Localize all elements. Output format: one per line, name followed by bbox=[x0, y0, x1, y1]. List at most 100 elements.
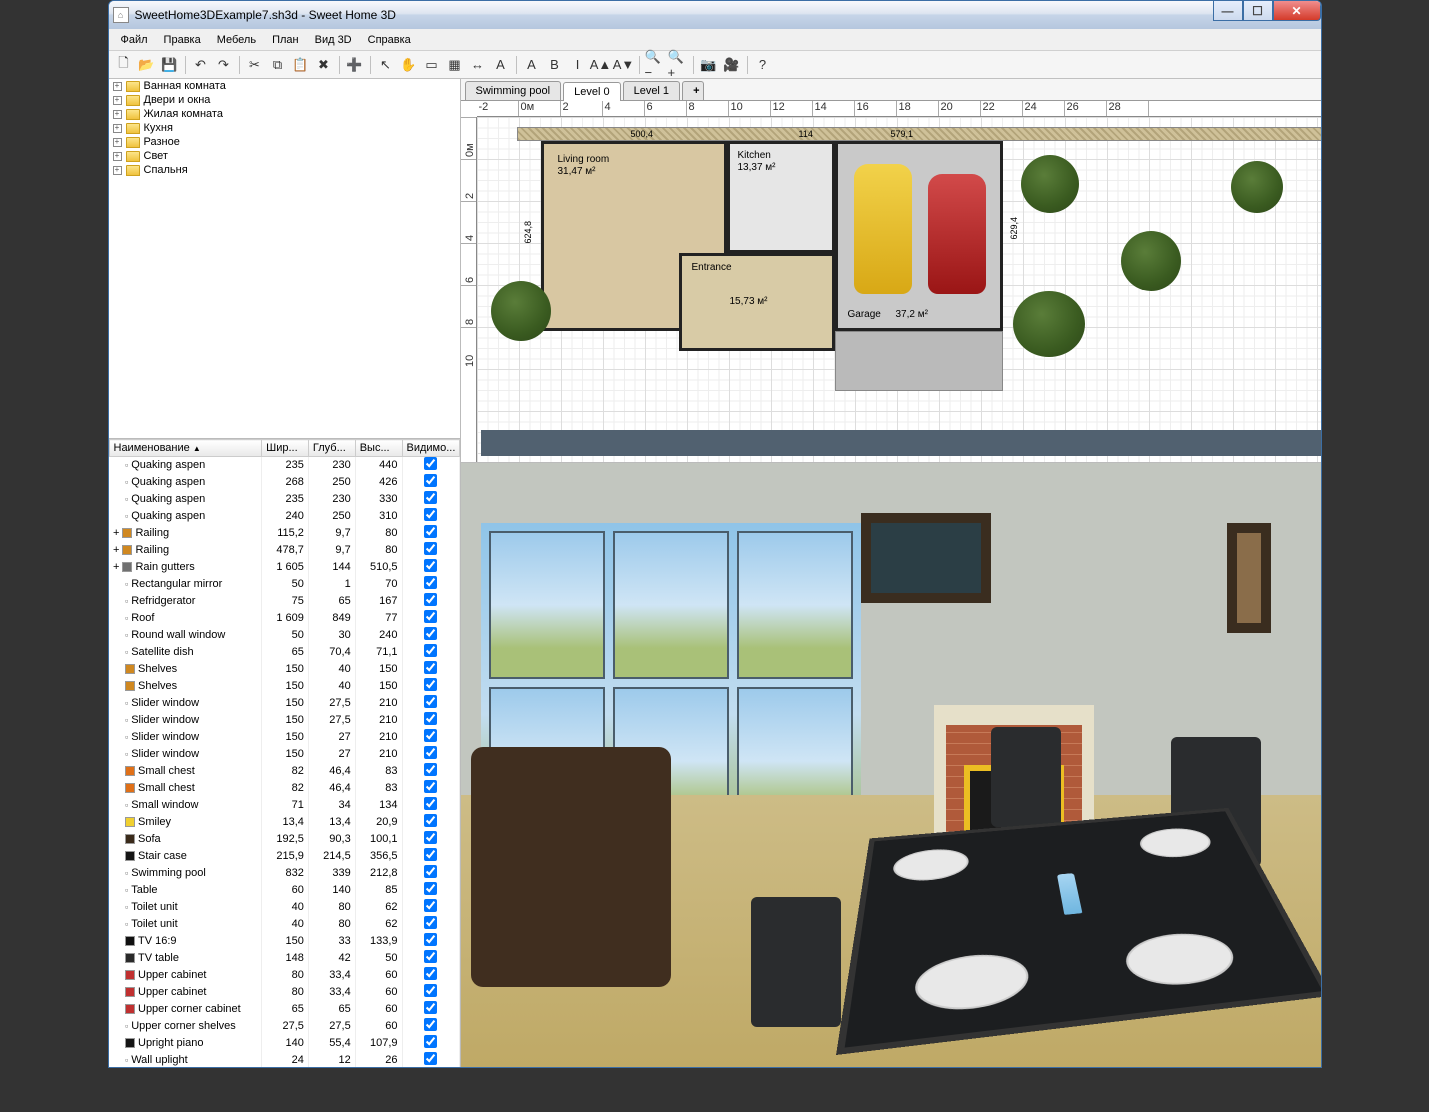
table-row[interactable]: Sofa192,590,3100,1 bbox=[109, 831, 459, 848]
visible-checkbox[interactable] bbox=[424, 967, 437, 980]
table-row[interactable]: ▫Small window7134134 bbox=[109, 797, 459, 814]
bush-2[interactable] bbox=[1021, 155, 1079, 213]
table-row[interactable]: TV table1484250 bbox=[109, 950, 459, 967]
delete-button[interactable]: ✖ bbox=[313, 54, 335, 76]
catalog-category[interactable]: +Кухня bbox=[109, 121, 460, 135]
visible-checkbox[interactable] bbox=[424, 797, 437, 810]
catalog-category[interactable]: +Разное bbox=[109, 135, 460, 149]
furniture-column-header[interactable]: Выс... bbox=[355, 440, 402, 457]
visible-checkbox[interactable] bbox=[424, 525, 437, 538]
text-size-down-button[interactable]: A▼ bbox=[613, 54, 635, 76]
furniture-table[interactable]: Наименование ▲Шир...Глуб...Выс...Видимо.… bbox=[109, 439, 460, 1067]
table-row[interactable]: ▫Slider window15027,5210 bbox=[109, 695, 459, 712]
table-row[interactable]: ▫Wall uplight241226 bbox=[109, 1052, 459, 1068]
minimize-button[interactable]: — bbox=[1213, 1, 1243, 21]
visible-checkbox[interactable] bbox=[424, 627, 437, 640]
paste-button[interactable]: 📋 bbox=[290, 54, 312, 76]
select-button[interactable]: ↖ bbox=[375, 54, 397, 76]
text-size-up-button[interactable]: A▲ bbox=[590, 54, 612, 76]
visible-checkbox[interactable] bbox=[424, 1035, 437, 1048]
text-button[interactable]: A bbox=[490, 54, 512, 76]
catalog-category[interactable]: +Двери и окна bbox=[109, 93, 460, 107]
visible-checkbox[interactable] bbox=[424, 559, 437, 572]
copy-button[interactable]: ⧉ bbox=[267, 54, 289, 76]
catalog-category[interactable]: +Жилая комната bbox=[109, 107, 460, 121]
level-tab[interactable]: Swimming pool bbox=[465, 81, 562, 100]
menu-Справка[interactable]: Справка bbox=[360, 32, 419, 48]
table-row[interactable]: ▫Rectangular mirror50170 bbox=[109, 576, 459, 593]
visible-checkbox[interactable] bbox=[424, 695, 437, 708]
close-button[interactable]: ✕ bbox=[1273, 1, 1321, 21]
table-row[interactable]: TV 16:915033133,9 bbox=[109, 933, 459, 950]
add-furniture-button[interactable]: ➕ bbox=[344, 54, 366, 76]
room-entrance[interactable]: Entrance 15,73 м² bbox=[679, 253, 835, 351]
visible-checkbox[interactable] bbox=[424, 882, 437, 895]
menu-Вид 3D[interactable]: Вид 3D bbox=[307, 32, 360, 48]
table-row[interactable]: Upper cabinet8033,460 bbox=[109, 984, 459, 1001]
titlebar[interactable]: ⌂ SweetHome3DExample7.sh3d - Sweet Home … bbox=[109, 1, 1321, 29]
view-3d[interactable]: ✥ bbox=[461, 463, 1321, 1067]
table-row[interactable]: Stair case215,9214,5356,5 bbox=[109, 848, 459, 865]
furniture-list-panel[interactable]: Наименование ▲Шир...Глуб...Выс...Видимо.… bbox=[109, 439, 460, 1067]
visible-checkbox[interactable] bbox=[424, 950, 437, 963]
pan-button[interactable]: ✋ bbox=[398, 54, 420, 76]
table-row[interactable]: ▫Slider window15027210 bbox=[109, 729, 459, 746]
visible-checkbox[interactable] bbox=[424, 763, 437, 776]
plan-canvas[interactable]: -20м246810121416182022242628 0м246810 Li… bbox=[461, 101, 1321, 462]
redo-button[interactable]: ↷ bbox=[213, 54, 235, 76]
table-row[interactable]: ▫Roof1 60984977 bbox=[109, 610, 459, 627]
room-button[interactable]: ▦ bbox=[444, 54, 466, 76]
visible-checkbox[interactable] bbox=[424, 916, 437, 929]
add-level-button[interactable]: + bbox=[682, 81, 704, 100]
menu-Мебель[interactable]: Мебель bbox=[209, 32, 264, 48]
car-red[interactable] bbox=[928, 174, 986, 294]
visible-checkbox[interactable] bbox=[424, 899, 437, 912]
table-row[interactable]: Shelves15040150 bbox=[109, 661, 459, 678]
bold-button[interactable]: B bbox=[544, 54, 566, 76]
furniture-column-header[interactable]: Наименование ▲ bbox=[109, 440, 262, 457]
maximize-button[interactable]: ☐ bbox=[1243, 1, 1273, 21]
expand-icon[interactable]: + bbox=[113, 124, 122, 133]
visible-checkbox[interactable] bbox=[424, 933, 437, 946]
table-row[interactable]: Upper cabinet8033,460 bbox=[109, 967, 459, 984]
visible-checkbox[interactable] bbox=[424, 678, 437, 691]
expand-icon[interactable]: + bbox=[113, 152, 122, 161]
bush-4[interactable] bbox=[1121, 231, 1181, 291]
visible-checkbox[interactable] bbox=[424, 542, 437, 555]
save-file-button[interactable]: 💾 bbox=[159, 54, 181, 76]
table-row[interactable]: Shelves15040150 bbox=[109, 678, 459, 695]
visible-checkbox[interactable] bbox=[424, 661, 437, 674]
catalog-category[interactable]: +Ванная комната bbox=[109, 79, 460, 93]
open-file-button[interactable]: 📂 bbox=[136, 54, 158, 76]
visible-checkbox[interactable] bbox=[424, 848, 437, 861]
table-row[interactable]: ▫Slider window15027210 bbox=[109, 746, 459, 763]
room-kitchen[interactable]: Kitchen 13,37 м² bbox=[727, 141, 835, 253]
table-row[interactable]: ▫Upper corner shelves27,527,560 bbox=[109, 1018, 459, 1035]
bush-3[interactable] bbox=[1013, 291, 1085, 357]
menu-Файл[interactable]: Файл bbox=[113, 32, 156, 48]
table-row[interactable]: Smiley13,413,420,9 bbox=[109, 814, 459, 831]
menu-План[interactable]: План bbox=[264, 32, 307, 48]
visible-checkbox[interactable] bbox=[424, 644, 437, 657]
table-row[interactable]: ▫Round wall window5030240 bbox=[109, 627, 459, 644]
visible-checkbox[interactable] bbox=[424, 984, 437, 997]
expand-icon[interactable]: + bbox=[113, 96, 122, 105]
catalog-category[interactable]: +Свет bbox=[109, 149, 460, 163]
bush-1[interactable] bbox=[491, 281, 551, 341]
video-button[interactable]: 🎥 bbox=[721, 54, 743, 76]
zoom-out-button[interactable]: 🔍− bbox=[644, 54, 666, 76]
visible-checkbox[interactable] bbox=[424, 865, 437, 878]
expand-icon[interactable]: + bbox=[113, 82, 122, 91]
table-row[interactable]: ▫Table6014085 bbox=[109, 882, 459, 899]
table-row[interactable]: +Rain gutters1 605144510,5 bbox=[109, 559, 459, 576]
level-tab[interactable]: Level 1 bbox=[623, 81, 680, 100]
table-row[interactable]: +Railing115,29,780 bbox=[109, 525, 459, 542]
expand-icon[interactable]: + bbox=[113, 110, 122, 119]
zoom-in-button[interactable]: 🔍+ bbox=[667, 54, 689, 76]
car-yellow[interactable] bbox=[854, 164, 912, 294]
visible-checkbox[interactable] bbox=[424, 491, 437, 504]
table-row[interactable]: ▫Quaking aspen240250310 bbox=[109, 508, 459, 525]
table-row[interactable]: ▫Satellite dish6570,471,1 bbox=[109, 644, 459, 661]
table-row[interactable]: ▫Refridgerator7565167 bbox=[109, 593, 459, 610]
visible-checkbox[interactable] bbox=[424, 457, 437, 470]
